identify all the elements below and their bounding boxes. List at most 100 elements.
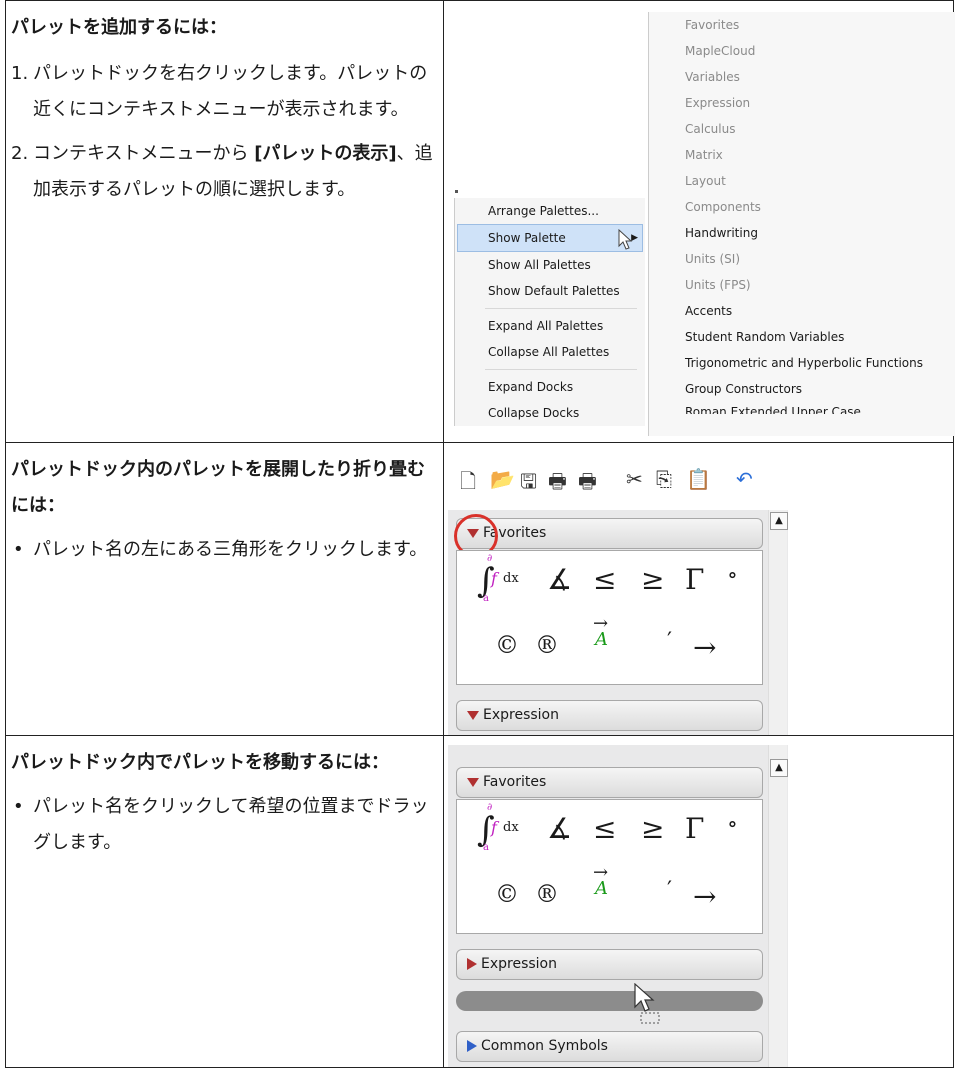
vector-symbol[interactable]: A — [595, 878, 608, 899]
bullet: • — [13, 796, 24, 817]
palette-scrollbar[interactable]: ▲ — [768, 745, 788, 1067]
composition-symbol[interactable]: ∘ — [727, 812, 738, 837]
integral-differential: dx — [503, 820, 519, 835]
menu-item-collapse-docks[interactable]: Collapse Docks — [455, 400, 645, 426]
row-divider — [5, 442, 954, 443]
menu-item-show-all-palettes[interactable]: Show All Palettes — [455, 252, 645, 278]
table-border — [5, 0, 954, 1]
collapse-triangle-icon[interactable] — [467, 777, 479, 787]
show-palette-submenu: Favorites MapleCloud Variables Expressio… — [648, 12, 955, 436]
menu-item-label: Show Palette — [488, 231, 566, 245]
arrow-symbol[interactable]: → — [693, 631, 716, 664]
registered-symbol[interactable]: ® — [535, 631, 559, 659]
palette-header-expression[interactable]: Expression — [456, 700, 763, 731]
submenu-item-maplecloud: MapleCloud — [685, 44, 756, 58]
submenu-item-matrix: Matrix — [685, 148, 723, 162]
menu-item-expand-all-palettes[interactable]: Expand All Palettes — [455, 313, 645, 339]
greater-equal-symbol[interactable]: ≥ — [641, 563, 664, 596]
print-icon[interactable]: 🖶 — [548, 467, 567, 501]
favorites-palette-body: ∫ ∂ f dx a ∡ ≤ ≥ Γ ∘ © ® → A ′ → — [456, 799, 763, 934]
expand-triangle-icon[interactable] — [467, 958, 477, 970]
submenu-item-student-random-variables[interactable]: Student Random Variables — [649, 324, 955, 350]
list-item: • パレット名をクリックして希望の位置までドラッグします。 — [11, 789, 436, 861]
mouse-cursor-icon — [618, 229, 633, 250]
print-preview-icon[interactable]: 🖶 — [578, 467, 597, 501]
menu-item-arrange-palettes[interactable]: Arrange Palettes... — [455, 198, 645, 224]
palette-scrollbar[interactable]: ▲ — [768, 510, 788, 735]
integral-integrand: f — [491, 569, 497, 588]
palette-name: Expression — [481, 956, 557, 972]
angle-symbol[interactable]: ∡ — [547, 812, 572, 845]
menu-reference: [パレットの表示] — [254, 143, 397, 164]
prime-symbol[interactable]: ′ — [667, 878, 672, 903]
composition-symbol[interactable]: ∘ — [727, 563, 738, 588]
submenu-item-calculus: Calculus — [685, 122, 736, 136]
undo-icon[interactable]: ↶ — [736, 467, 753, 491]
new-icon[interactable]: 🗋 — [460, 467, 476, 501]
submenu-item-units-fps: Units (FPS) — [685, 278, 751, 292]
palette-header-expression[interactable]: Expression — [456, 949, 763, 980]
gamma-symbol[interactable]: Γ — [685, 563, 704, 596]
save-icon[interactable]: 🖫 — [520, 467, 537, 501]
angle-symbol[interactable]: ∡ — [547, 563, 572, 596]
menu-item-expand-docks[interactable]: Expand Docks — [455, 374, 645, 400]
submenu-item-group-constructors[interactable]: Group Constructors — [649, 376, 955, 402]
row-heading: パレットを追加するには： — [11, 17, 227, 38]
submenu-item-accents[interactable]: Accents — [649, 298, 955, 324]
collapse-triangle-icon[interactable] — [467, 710, 479, 720]
expand-triangle-icon[interactable] — [467, 1040, 477, 1052]
menu-item-collapse-all-palettes[interactable]: Collapse All Palettes — [455, 339, 645, 365]
list-item-text: パレットドックを右クリックします。パレットの近くにコンテキストメニューが表示され… — [33, 63, 428, 120]
registered-symbol[interactable]: ® — [535, 880, 559, 908]
palette-header-common-symbols[interactable]: Common Symbols — [456, 1031, 763, 1062]
integral-upper-limit: ∂ — [487, 802, 493, 813]
integral-lower-limit: a — [483, 842, 489, 853]
copy-icon[interactable]: ⎘ — [656, 467, 672, 491]
list-item-text-pre: コンテキストメニューから — [33, 143, 255, 164]
dock-edge-marker — [455, 190, 458, 193]
submenu-item-variables: Variables — [685, 70, 740, 84]
cut-icon[interactable]: ✂ — [626, 467, 643, 491]
submenu-item-components: Components — [685, 200, 761, 214]
palette-dock: Favorites ∫ ∂ f dx a ∡ ≤ ≥ Γ ∘ © ® → A ′… — [448, 745, 788, 1067]
prime-symbol[interactable]: ′ — [667, 629, 672, 654]
palette-name: Common Symbols — [481, 1038, 608, 1054]
integral-integrand: f — [491, 818, 497, 837]
row-move-palette-text: パレットドック内でパレットを移動するには： • パレット名をクリックして希望の位… — [11, 745, 436, 861]
list-number: 1. — [11, 63, 29, 84]
gamma-symbol[interactable]: Γ — [685, 812, 704, 845]
row-divider — [5, 735, 954, 736]
submenu-item-roman-extended-upper-case[interactable]: Roman Extended Upper Case — [649, 402, 955, 414]
menu-item-show-default-palettes[interactable]: Show Default Palettes — [455, 278, 645, 304]
scroll-up-icon[interactable]: ▲ — [770, 512, 788, 530]
less-equal-symbol[interactable]: ≤ — [593, 563, 616, 596]
context-menu: Arrange Palettes... Show Palette ▶ Show … — [454, 198, 645, 426]
list-number: 2. — [11, 143, 29, 164]
column-divider — [443, 0, 444, 1068]
integral-upper-limit: ∂ — [487, 553, 493, 564]
less-equal-symbol[interactable]: ≤ — [593, 812, 616, 845]
submenu-item-handwriting[interactable]: Handwriting — [649, 220, 955, 246]
copyright-symbol[interactable]: © — [495, 880, 519, 908]
arrow-symbol[interactable]: → — [693, 880, 716, 913]
move-palette-screenshot: Favorites ∫ ∂ f dx a ∡ ≤ ≥ Γ ∘ © ® → A ′… — [448, 745, 828, 1067]
greater-equal-symbol[interactable]: ≥ — [641, 812, 664, 845]
menu-item-show-palette[interactable]: Show Palette ▶ — [457, 224, 643, 252]
palette-name: Favorites — [483, 774, 547, 790]
bullet: • — [13, 539, 24, 560]
palette-header-favorites[interactable]: Favorites — [456, 767, 763, 798]
submenu-item-trig-hyperbolic[interactable]: Trigonometric and Hyperbolic Functions — [649, 350, 955, 376]
paste-icon[interactable]: 📋 — [686, 467, 711, 491]
palette-header-favorites[interactable]: Favorites — [456, 518, 763, 549]
row-heading: パレットドック内でパレットを移動するには： — [11, 752, 389, 773]
open-icon[interactable]: 📂 — [490, 467, 515, 491]
copyright-symbol[interactable]: © — [495, 631, 519, 659]
menu-separator — [485, 308, 637, 309]
favorites-palette-body: ∫ ∂ f dx a ∡ ≤ ≥ Γ ∘ © ® → A ′ → — [456, 550, 763, 685]
palette-dock: Favorites ∫ ∂ f dx a ∡ ≤ ≥ Γ ∘ © ® → A ′… — [448, 510, 788, 735]
drag-cursor-icon — [634, 983, 660, 1024]
row-expand-collapse-text: パレットドック内のパレットを展開したり折り畳むには： • パレット名の左にある三… — [11, 452, 436, 568]
scroll-up-icon[interactable]: ▲ — [770, 759, 788, 777]
integral-lower-limit: a — [483, 593, 489, 604]
vector-symbol[interactable]: A — [595, 629, 608, 650]
